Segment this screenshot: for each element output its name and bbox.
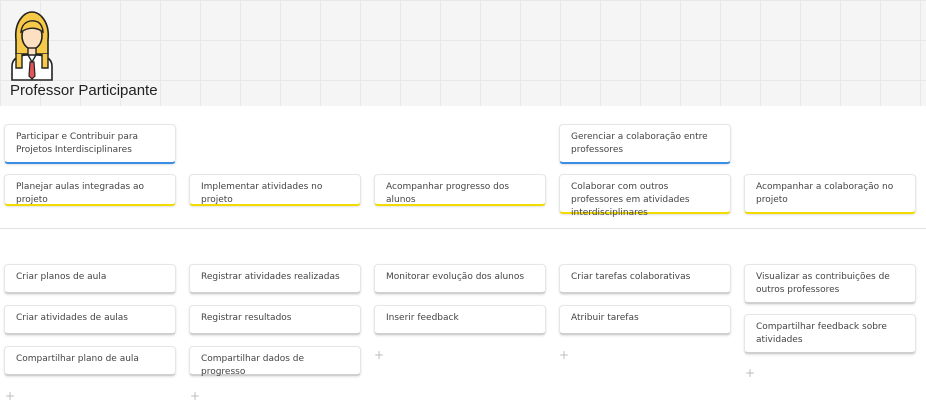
goal-label: Gerenciar a colaboração entre professore… <box>571 132 708 155</box>
task-label: Atribuir tarefas <box>571 313 639 323</box>
task-card[interactable]: Inserir feedback <box>374 305 546 335</box>
activity-label: Acompanhar a colaboração no projeto <box>756 182 894 205</box>
activity-label: Colaborar com outros professores em ativ… <box>571 182 690 218</box>
add-task-button[interactable]: + <box>745 367 755 379</box>
task-label: Criar atividades de aulas <box>16 313 128 323</box>
add-task-button[interactable]: + <box>374 349 384 361</box>
activity-card[interactable]: Acompanhar progresso dos alunos <box>374 174 546 206</box>
activity-label: Acompanhar progresso dos alunos <box>386 182 510 205</box>
task-label: Compartilhar feedback sobre atividades <box>756 322 887 345</box>
task-card[interactable]: Criar planos de aula <box>4 264 176 294</box>
goal-card[interactable]: Gerenciar a colaboração entre professore… <box>559 124 731 164</box>
task-card[interactable]: Criar tarefas colaborativas <box>559 264 731 294</box>
task-label: Registrar resultados <box>201 313 292 323</box>
task-card[interactable]: Registrar atividades realizadas <box>189 264 361 294</box>
activity-label: Planejar aulas integradas ao projeto <box>16 182 145 205</box>
task-label: Visualizar as contribuições de outros pr… <box>756 272 890 295</box>
task-card[interactable]: Criar atividades de aulas <box>4 305 176 335</box>
task-card[interactable]: Registrar resultados <box>189 305 361 335</box>
task-label: Monitorar evolução dos alunos <box>386 272 525 282</box>
task-label: Compartilhar plano de aula <box>16 354 139 364</box>
task-card[interactable]: Visualizar as contribuições de outros pr… <box>744 264 916 304</box>
activity-label: Implementar atividades no projeto <box>201 182 323 205</box>
task-card[interactable]: Monitorar evolução dos alunos <box>374 264 546 294</box>
task-label: Compartilhar dados de progresso <box>201 354 305 377</box>
goal-label: Participar e Contribuir para Projetos In… <box>16 132 139 155</box>
task-label: Criar tarefas colaborativas <box>571 272 691 282</box>
task-label: Criar planos de aula <box>16 272 107 282</box>
task-card[interactable]: Compartilhar dados de progresso <box>189 346 361 377</box>
persona-title: Professor Participante <box>10 82 158 99</box>
task-label: Inserir feedback <box>386 313 459 323</box>
add-task-button[interactable]: + <box>559 349 569 361</box>
persona-header: Professor Participante <box>0 0 926 106</box>
activity-card[interactable]: Colaborar com outros professores em ativ… <box>559 174 731 218</box>
task-label: Registrar atividades realizadas <box>201 272 340 282</box>
release-divider <box>0 228 926 229</box>
goal-card[interactable]: Participar e Contribuir para Projetos In… <box>4 124 176 164</box>
task-card[interactable]: Atribuir tarefas <box>559 305 731 335</box>
task-card[interactable]: Compartilhar plano de aula <box>4 346 176 376</box>
activity-card[interactable]: Implementar atividades no projeto <box>189 174 361 206</box>
activity-card[interactable]: Acompanhar a colaboração no projeto <box>744 174 916 214</box>
add-task-button[interactable]: + <box>190 390 200 402</box>
task-card[interactable]: Compartilhar feedback sobre atividades <box>744 314 916 354</box>
add-task-button[interactable]: + <box>5 390 15 402</box>
activity-card[interactable]: Planejar aulas integradas ao projeto <box>4 174 176 206</box>
persona-avatar-icon <box>11 11 53 81</box>
